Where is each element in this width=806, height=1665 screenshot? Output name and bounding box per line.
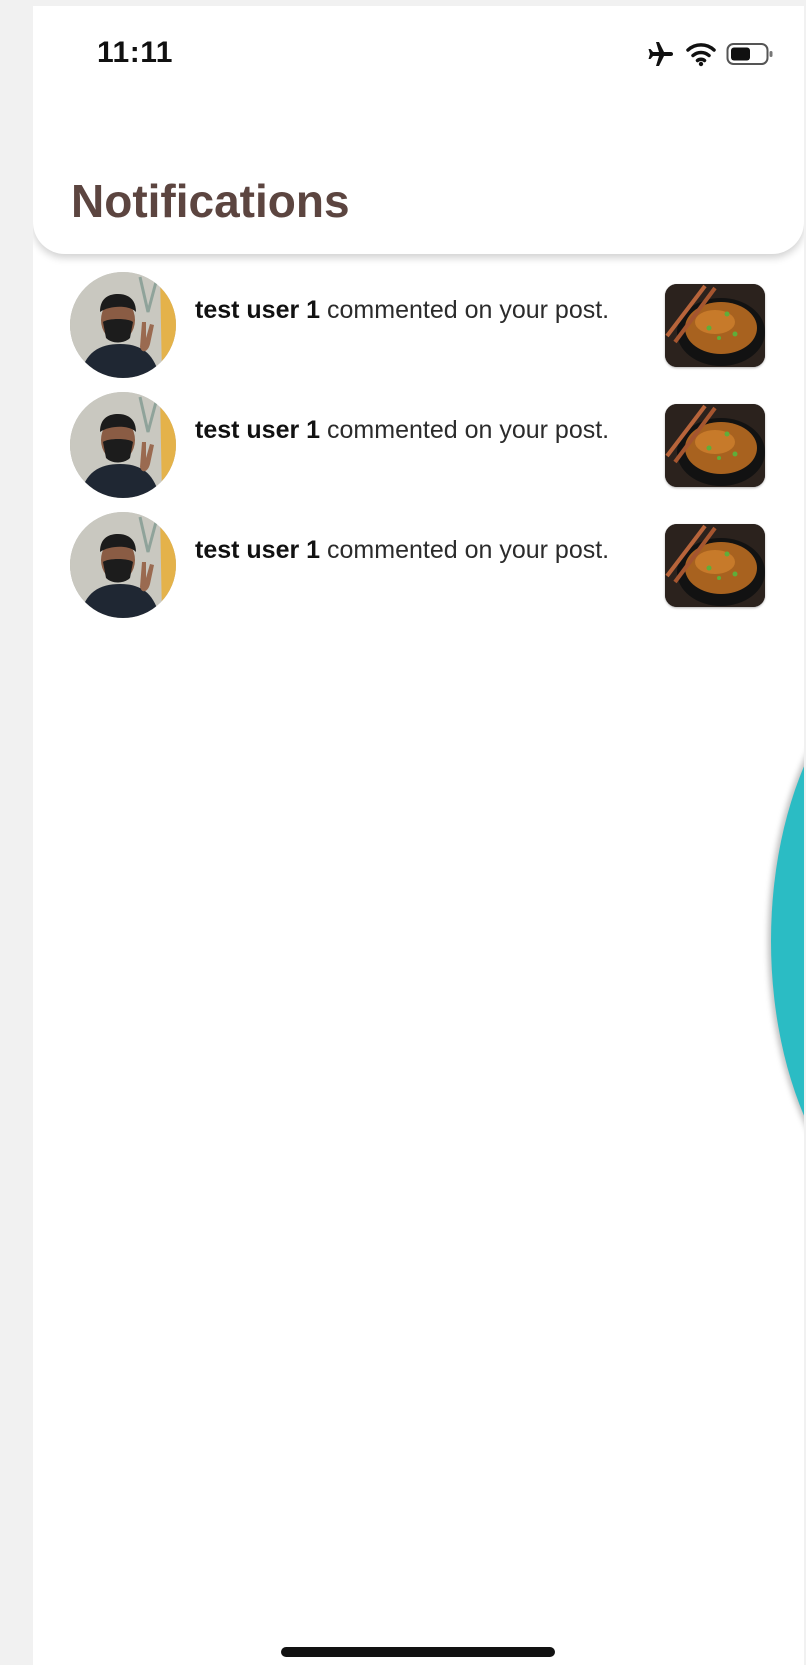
notification-text: test user 1 commented on your post. [195, 294, 625, 326]
notification-text: test user 1 commented on your post. [195, 534, 625, 566]
header: 11:11 Notifications [33, 6, 804, 254]
notification-user[interactable]: test user 1 [195, 296, 320, 324]
battery-icon [726, 42, 774, 66]
post-thumbnail[interactable] [665, 284, 765, 367]
wifi-icon [686, 41, 716, 67]
home-indicator[interactable] [281, 1647, 555, 1657]
notification-action: commented on your post. [327, 536, 610, 564]
airplane-icon [646, 40, 676, 68]
app-screen: 11:11 Notifications test user 1 commente… [33, 6, 804, 1665]
status-time: 11:11 [97, 36, 173, 69]
status-icons [646, 40, 774, 68]
notification-action: commented on your post. [327, 296, 610, 324]
notification-item[interactable]: test user 1 commented on your post. [33, 388, 804, 508]
notification-text: test user 1 commented on your post. [195, 414, 625, 446]
notification-list: test user 1 commented on your post. test… [33, 268, 804, 628]
post-thumbnail[interactable] [665, 404, 765, 487]
notification-user[interactable]: test user 1 [195, 416, 320, 444]
avatar[interactable] [70, 392, 176, 498]
decorative-teal-shape [771, 646, 804, 1236]
notification-item[interactable]: test user 1 commented on your post. [33, 268, 804, 388]
notification-user[interactable]: test user 1 [195, 536, 320, 564]
notification-action: commented on your post. [327, 416, 610, 444]
avatar[interactable] [70, 272, 176, 378]
notification-item[interactable]: test user 1 commented on your post. [33, 508, 804, 628]
page-title: Notifications [71, 175, 350, 227]
avatar[interactable] [70, 512, 176, 618]
post-thumbnail[interactable] [665, 524, 765, 607]
